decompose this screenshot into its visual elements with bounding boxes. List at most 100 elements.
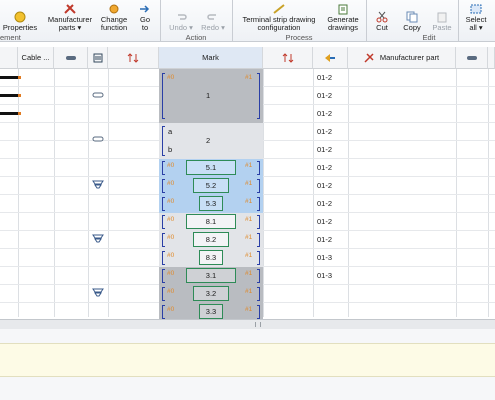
multi-level-icon <box>92 288 104 297</box>
bracket-left <box>162 197 165 211</box>
horizontal-splitter[interactable] <box>0 319 495 329</box>
terminal-tag-right: #1 <box>245 252 253 259</box>
terminal-tag-left: #0 <box>167 270 175 277</box>
select-all-button[interactable]: Select all ▾ <box>462 0 490 32</box>
bracket-left <box>162 161 165 175</box>
bracket-right <box>257 287 260 301</box>
bracket-right <box>257 161 260 175</box>
column-header-cable[interactable]: Cable ... <box>18 47 54 69</box>
column-header-jumper-2[interactable] <box>456 47 488 69</box>
sort-icon <box>282 52 293 63</box>
terminal-level-box: 8.3 <box>199 250 223 265</box>
group-edit-label: Edit <box>422 33 436 42</box>
jumper-icon <box>466 55 477 60</box>
location-cell: 01-2 <box>317 109 333 118</box>
jumper-icon <box>92 92 104 98</box>
column-header-blank[interactable] <box>0 47 18 69</box>
paste-icon <box>437 12 447 23</box>
generate-icon <box>338 4 348 15</box>
sort-icon <box>127 52 139 63</box>
mark-group-2[interactable] <box>159 123 263 159</box>
paste-label: Paste <box>432 23 452 32</box>
properties-icon <box>14 11 26 23</box>
terminal-tag-right: #1 <box>245 288 253 295</box>
terminal-level-box: 8.2 <box>193 232 229 247</box>
splitter-grip[interactable] <box>255 322 261 327</box>
manufacturer-part-column-label: Manufacturer part <box>379 53 440 62</box>
go-to-icon <box>140 5 150 13</box>
terminal-strip-config-label: Terminal strip drawing configuration <box>242 15 316 32</box>
paste-button[interactable]: Paste <box>428 0 456 32</box>
column-header-list[interactable] <box>88 47 108 69</box>
bracket-left <box>162 251 165 265</box>
bracket-left <box>162 269 165 283</box>
jumper-icon <box>65 55 76 60</box>
bracket-right <box>257 251 260 265</box>
terminal-strip-config-button[interactable]: Terminal strip drawing configuration <box>236 0 322 32</box>
bracket-left <box>162 73 165 119</box>
terminal-strip-icon <box>273 4 285 14</box>
terminal-level-box: 5.1 <box>186 160 236 175</box>
bracket-right <box>257 269 260 283</box>
mark-value: 1 <box>206 91 211 100</box>
column-header-jumper[interactable] <box>54 47 88 69</box>
location-cell: 01-2 <box>317 73 333 82</box>
properties-label: Properties <box>2 23 38 32</box>
location-icon <box>325 53 335 62</box>
bracket-right <box>257 179 260 193</box>
bracket-right <box>257 197 260 211</box>
column-header-sort-2[interactable] <box>263 47 313 69</box>
column-header-manufacturer-part[interactable]: Manufacturer part <box>348 47 456 69</box>
bracket-left <box>162 179 165 193</box>
location-cell: 01-2 <box>317 217 333 226</box>
cable-column-label: Cable ... <box>21 53 50 62</box>
undo-button[interactable]: Undo ▾ <box>167 0 195 32</box>
terminal-tag-right: #1 <box>245 198 253 205</box>
multi-level-icon <box>92 180 104 189</box>
terminal-tag-right: #1 <box>245 234 253 241</box>
column-header-sort[interactable] <box>108 47 159 69</box>
copy-label: Copy <box>403 23 421 32</box>
group-process-label: Process <box>285 33 313 42</box>
cut-button[interactable]: Cut <box>370 0 394 32</box>
terminal-level-box: 3.2 <box>193 286 229 301</box>
bracket-left <box>162 305 165 319</box>
wire-icon <box>0 112 21 115</box>
terminal-level-box: 5.2 <box>193 178 229 193</box>
column-header-overflow <box>488 47 495 69</box>
location-cell: 01-2 <box>317 127 333 136</box>
undo-label: Undo ▾ <box>169 23 193 32</box>
location-cell: 01-2 <box>317 145 333 154</box>
column-header-location[interactable] <box>313 47 348 69</box>
mark-column-label: Mark <box>202 53 219 62</box>
properties-button[interactable]: Properties <box>0 0 40 32</box>
mark-value: 2 <box>206 136 211 145</box>
ribbon-toolbar: Properties Manufacturer parts ▾ Change f… <box>0 0 495 42</box>
cut-label: Cut <box>376 23 388 32</box>
redo-button[interactable]: Redo ▾ <box>198 0 228 32</box>
go-to-button[interactable]: Go to <box>134 0 156 32</box>
redo-icon <box>207 14 216 20</box>
terminal-tag-right: #1 <box>245 162 253 169</box>
location-cell: 01-3 <box>317 271 333 280</box>
bracket-left <box>162 233 165 247</box>
bracket-left <box>162 215 165 229</box>
copy-button[interactable]: Copy <box>398 0 426 32</box>
manufacturer-parts-button[interactable]: Manufacturer parts ▾ <box>44 0 96 32</box>
undo-icon <box>178 14 187 20</box>
generate-drawings-button[interactable]: Generate drawings <box>322 0 364 32</box>
change-function-button[interactable]: Change function <box>96 0 132 32</box>
terminal-tag-right: #1 <box>245 306 253 313</box>
column-header-mark[interactable]: Mark <box>159 47 263 69</box>
bracket-left <box>162 126 165 156</box>
terminal-tag-left: #0 <box>167 288 175 295</box>
group-action-label: Action <box>185 33 207 42</box>
bracket-left <box>162 287 165 301</box>
copy-icon <box>406 11 418 23</box>
lower-panel <box>0 329 495 400</box>
go-to-label: Go to <box>139 15 150 32</box>
terminal-tag-left: #0 <box>167 74 175 81</box>
manufacturer-parts-label: Manufacturer parts ▾ <box>47 15 93 32</box>
terminal-tag-left: #0 <box>167 252 175 259</box>
redo-label: Redo ▾ <box>201 23 225 32</box>
